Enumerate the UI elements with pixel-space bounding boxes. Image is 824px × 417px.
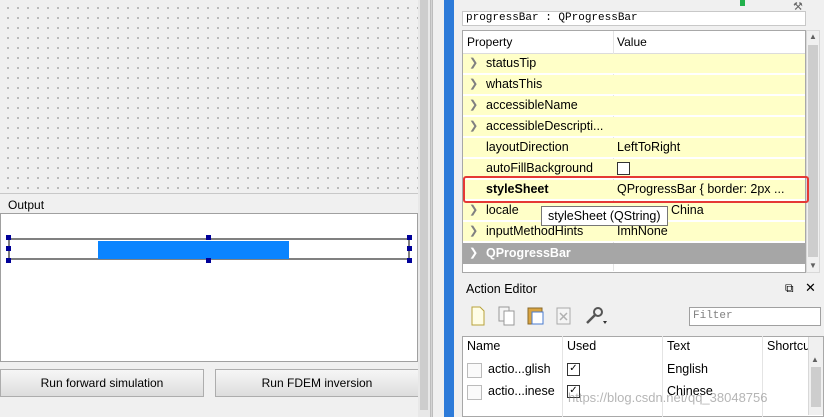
run-fdem-inversion-button[interactable]: Run FDEM inversion: [215, 369, 419, 397]
expand-arrow-icon[interactable]: ❯: [469, 56, 478, 69]
selection-handle[interactable]: [407, 246, 412, 251]
close-icon[interactable]: ✕: [805, 280, 816, 296]
tooltip: styleSheet (QString): [541, 206, 668, 226]
designer-scroll-thumb[interactable]: [420, 0, 428, 410]
stylesheet-highlight-box: [463, 176, 809, 203]
property-row-accessibleName[interactable]: ❯ accessibleName: [463, 96, 805, 116]
run-forward-simulation-button[interactable]: Run forward simulation: [0, 369, 204, 397]
selection-handle[interactable]: [206, 258, 211, 263]
watermark: https://blog.csdn.net/qq_38048756: [568, 390, 768, 405]
value-column-header: Value: [617, 35, 647, 49]
paste-action-icon[interactable]: [526, 306, 546, 326]
expand-arrow-icon[interactable]: ❯: [469, 203, 478, 216]
property-row-layoutDirection[interactable]: layoutDirection LeftToRight: [463, 138, 805, 158]
expand-arrow-icon[interactable]: ❯: [469, 224, 478, 237]
action-icon: [467, 363, 482, 378]
designer-canvas: Output Run forward simulation Run FDEM i…: [0, 0, 430, 417]
autofill-checkbox[interactable]: [617, 162, 630, 175]
property-scroll-thumb[interactable]: [808, 45, 818, 257]
copy-action-icon[interactable]: [497, 306, 517, 326]
selection-handle[interactable]: [6, 235, 11, 240]
expand-arrow-icon[interactable]: ❯: [469, 246, 478, 259]
action-icon: [467, 385, 482, 400]
configure-wrench-icon[interactable]: [584, 306, 607, 326]
status-indicator: [740, 0, 745, 6]
action-scroll-thumb[interactable]: [811, 367, 821, 407]
selection-handle[interactable]: [407, 235, 412, 240]
selection-handle[interactable]: [206, 235, 211, 240]
expand-arrow-icon[interactable]: ❯: [469, 98, 478, 111]
property-row-statusTip[interactable]: ❯ statusTip: [463, 54, 805, 74]
property-table-header: Property Value: [463, 31, 805, 54]
name-column-header: Name: [467, 339, 501, 353]
property-row-accessibleDescription[interactable]: ❯ accessibleDescripti...: [463, 117, 805, 137]
progress-chunk: [98, 241, 289, 259]
selection-handle[interactable]: [407, 258, 412, 263]
property-column-header: Property: [467, 35, 513, 49]
expand-arrow-icon[interactable]: ❯: [469, 119, 478, 132]
scroll-up-icon[interactable]: ▲: [809, 32, 817, 41]
action-scrollbar[interactable]: ▲: [808, 337, 823, 415]
property-row-whatsThis[interactable]: ❯ whatsThis: [463, 75, 805, 95]
used-checkbox[interactable]: ✓: [567, 363, 580, 376]
action-editor-title: Action Editor: [466, 282, 537, 296]
window-edge: [444, 0, 454, 417]
selection-handle[interactable]: [6, 246, 11, 251]
splitter[interactable]: [430, 0, 433, 417]
progress-bar[interactable]: [8, 238, 410, 260]
property-table: Property Value ❯ statusTip ❯ whatsThis ❯…: [462, 30, 806, 273]
scroll-down-icon[interactable]: ▼: [809, 261, 817, 270]
text-column-header: Text: [667, 339, 690, 353]
object-class-label: progressBar : QProgressBar: [462, 11, 806, 26]
property-group-qprogressbar[interactable]: ❯ QProgressBar: [463, 243, 805, 264]
expand-arrow-icon[interactable]: ❯: [469, 77, 478, 90]
float-icon[interactable]: ⧉: [785, 281, 794, 296]
selection-handle[interactable]: [6, 258, 11, 263]
action-filter-input[interactable]: Filter: [689, 307, 821, 326]
scroll-up-icon[interactable]: ▲: [811, 355, 819, 364]
new-action-icon[interactable]: [470, 306, 490, 326]
output-group-label: Output: [8, 198, 45, 212]
used-column-header: Used: [567, 339, 597, 353]
shortcut-column-header: Shortcu: [767, 339, 811, 353]
form-grid: [0, 0, 419, 194]
delete-action-icon[interactable]: [555, 306, 575, 326]
